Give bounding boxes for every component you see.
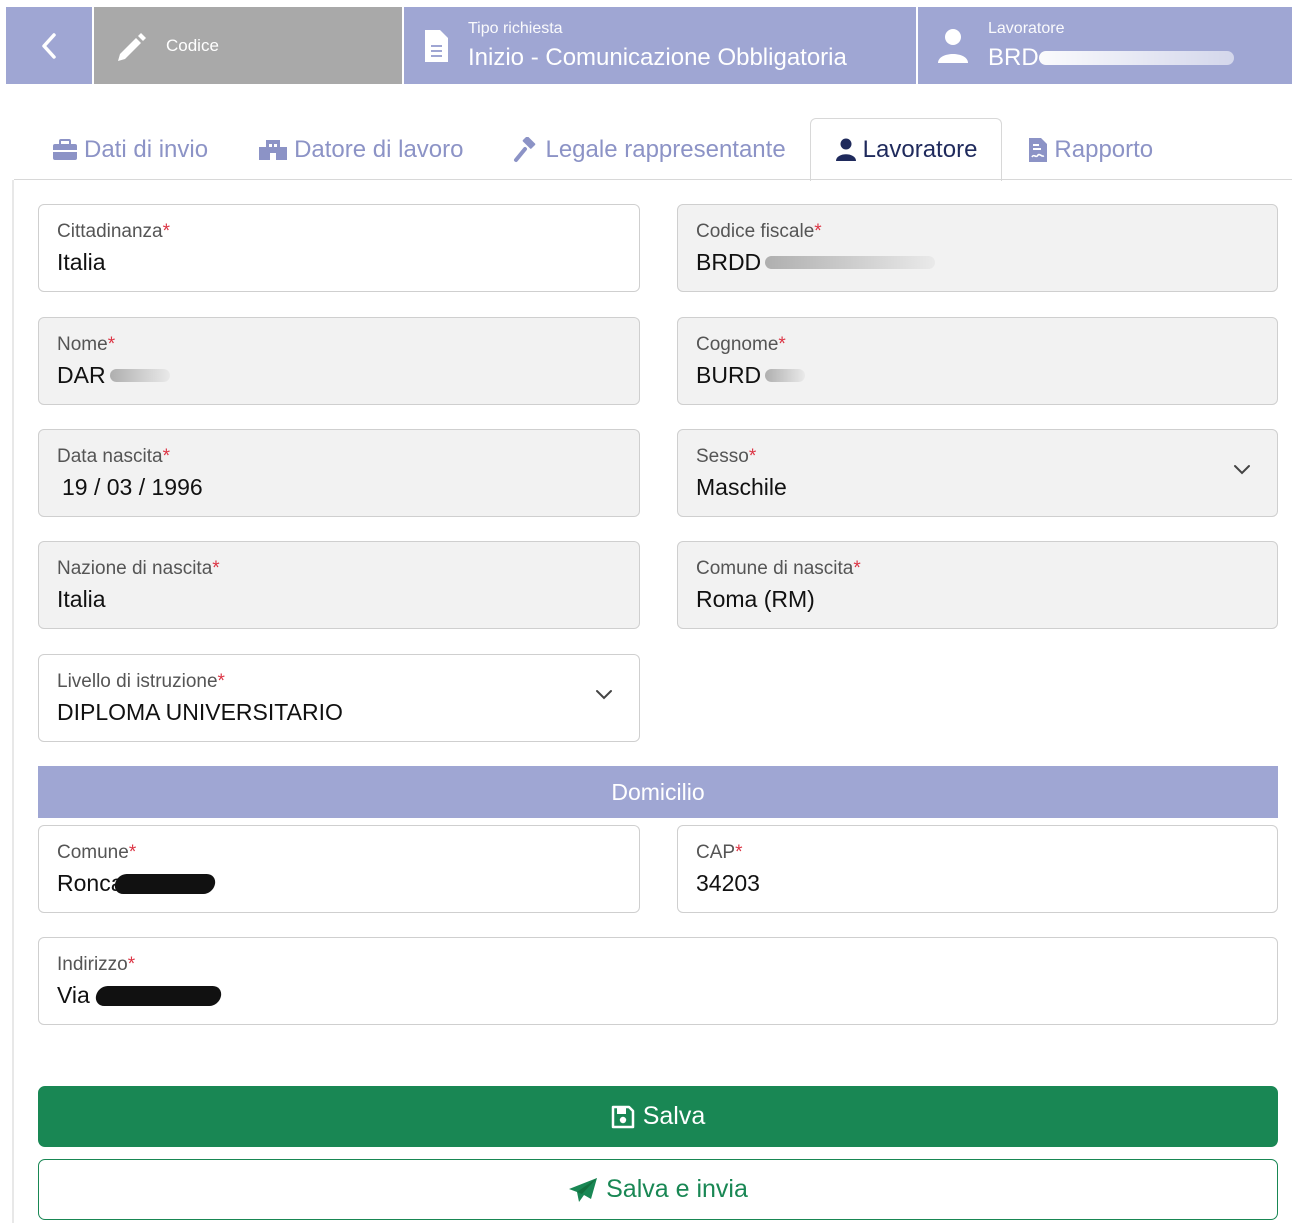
worker-label: Lavoratore — [988, 19, 1065, 37]
tab-datore-di-lavoro[interactable]: Datore di lavoro — [232, 118, 487, 181]
cognome-field: Cognome* BURD — [677, 317, 1278, 405]
chevron-down-icon — [596, 690, 612, 700]
required-mark: * — [217, 671, 225, 692]
field-label: Codice fiscale — [696, 221, 815, 242]
nazione-nascita-value: Italia — [57, 586, 106, 612]
cap-input[interactable]: CAP* 34203 — [677, 825, 1278, 913]
cap-value: 34203 — [696, 870, 760, 896]
redaction-blur — [765, 369, 806, 382]
tab-label: Legale rappresentante — [545, 135, 786, 163]
required-mark: * — [162, 221, 171, 242]
tab-label: Lavoratore — [862, 136, 978, 163]
field-label: Livello di istruzione — [57, 671, 218, 692]
tab-divider — [14, 179, 1292, 180]
request-type-value: Inizio - Comunicazione Obbligatoria — [468, 43, 847, 71]
field-label: Sesso — [696, 446, 749, 467]
codice-fiscale-value: BRDD — [696, 249, 762, 275]
code-label: Codice — [166, 35, 219, 55]
nome-field: Nome* DAR — [38, 317, 640, 405]
request-type-section: Tipo richiesta Inizio - Comunicazione Ob… — [404, 7, 918, 84]
field-label: Data nascita — [57, 446, 163, 467]
file-lines-icon — [425, 29, 448, 62]
domicilio-section-header: Domicilio — [38, 766, 1278, 818]
nazione-nascita-field: Nazione di nascita* Italia — [38, 541, 640, 629]
save-button-label: Salva — [642, 1102, 706, 1130]
required-mark: * — [735, 842, 743, 863]
data-nascita-value: 19 / 03 / 1996 — [62, 474, 203, 500]
tab-bar: Dati di invio Datore di lavoro Legale ra… — [14, 117, 1292, 181]
field-label: CAP — [696, 842, 736, 863]
field-label: Indirizzo — [57, 954, 128, 975]
tab-legale-rappresentante[interactable]: Legale rappresentante — [487, 118, 809, 181]
chevron-down-icon — [1234, 465, 1250, 475]
comune-input[interactable]: Comune* Ronca — [38, 825, 640, 913]
save-and-send-button[interactable]: Salva e invia — [38, 1159, 1278, 1220]
floppy-disk-icon — [611, 1105, 634, 1128]
building-icon — [259, 139, 288, 160]
field-label: Nome — [57, 334, 108, 355]
tab-label: Dati di invio — [84, 135, 209, 163]
redaction-scribble — [94, 985, 223, 1006]
field-label: Comune — [57, 842, 129, 863]
field-label: Cittadinanza — [57, 221, 163, 242]
pencil-icon — [118, 32, 146, 61]
chevron-left-icon — [42, 32, 56, 59]
required-mark: * — [107, 334, 116, 355]
save-and-send-button-label: Salva e invia — [606, 1175, 748, 1203]
field-label: Cognome — [696, 334, 779, 355]
tab-label: Rapporto — [1054, 135, 1154, 163]
comune-nascita-value: Roma (RM) — [696, 586, 815, 612]
tab-rapporto[interactable]: Rapporto — [1002, 118, 1177, 181]
livello-istruzione-select[interactable]: Livello di istruzione* DIPLOMA UNIVERSIT… — [38, 654, 640, 742]
file-contract-icon — [1029, 137, 1048, 162]
nome-value: DAR — [57, 362, 106, 388]
back-button[interactable] — [6, 7, 94, 84]
content-border — [12, 180, 14, 1223]
tab-dati-di-invio[interactable]: Dati di invio — [14, 118, 232, 181]
redaction-blur — [1038, 50, 1234, 65]
required-mark: * — [853, 558, 861, 579]
top-header-bar: Codice Tipo richiesta Inizio - Comunicaz… — [6, 7, 1292, 84]
required-mark: * — [127, 954, 136, 975]
worker-value: BRD — [988, 43, 1039, 71]
tab-label: Datore di lavoro — [294, 135, 464, 163]
redaction-blur — [765, 256, 936, 269]
field-label: Comune di nascita — [696, 558, 854, 579]
required-mark: * — [162, 446, 171, 467]
sesso-select[interactable]: Sesso* Maschile — [677, 429, 1278, 517]
briefcase-icon — [53, 138, 77, 160]
sesso-value: Maschile — [696, 474, 787, 500]
required-mark: * — [128, 842, 137, 863]
indirizzo-input[interactable]: Indirizzo* Via — [38, 937, 1278, 1025]
cognome-value: BURD — [696, 362, 762, 388]
codice-fiscale-field: Codice fiscale* BRDD — [677, 204, 1278, 292]
tab-lavoratore[interactable]: Lavoratore — [809, 118, 1003, 181]
cittadinanza-field[interactable]: Cittadinanza* Italia — [38, 204, 640, 292]
request-type-label: Tipo richiesta — [468, 19, 563, 37]
user-icon — [835, 138, 856, 161]
user-icon — [938, 28, 968, 63]
redaction-blur — [109, 369, 170, 382]
indirizzo-value: Via — [57, 982, 90, 1008]
gavel-icon — [514, 136, 536, 162]
comune-nascita-field: Comune di nascita* Roma (RM) — [677, 541, 1278, 629]
required-mark: * — [748, 446, 757, 467]
comune-value: Ronca — [57, 870, 124, 896]
livello-istruzione-value: DIPLOMA UNIVERSITARIO — [57, 699, 343, 725]
code-section: Codice — [94, 7, 404, 84]
required-mark: * — [778, 334, 786, 355]
worker-section: Lavoratore BRD — [918, 7, 1292, 84]
paper-plane-icon — [569, 1177, 598, 1202]
required-mark: * — [814, 221, 822, 242]
field-label: Nazione di nascita — [57, 558, 213, 579]
required-mark: * — [212, 558, 220, 579]
redaction-scribble — [113, 873, 218, 894]
data-nascita-field: Data nascita* 19 / 03 / 1996 — [38, 429, 640, 517]
cittadinanza-value: Italia — [57, 249, 106, 275]
save-button[interactable]: Salva — [38, 1086, 1278, 1147]
